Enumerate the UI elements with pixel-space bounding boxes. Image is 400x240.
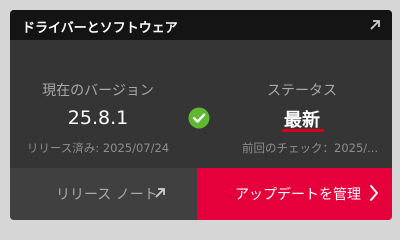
drivers-software-card: ドライバーとソフトウェア 現在のバージョン 25.8.1 リリース済み: 202… (10, 10, 392, 220)
checkmark-circle-icon (188, 107, 210, 129)
current-version-value: 25.8.1 (67, 107, 129, 129)
last-check: 前回のチェック：2025/... (242, 141, 379, 155)
arrow-up-right-icon (155, 188, 165, 198)
status-underline (282, 129, 324, 132)
card-header: ドライバーとソフトウェア (10, 10, 392, 40)
release-notes-button[interactable]: リリース ノート (10, 168, 197, 220)
current-version-section: 現在のバージョン 25.8.1 リリース済み: 2025/07/24 (10, 40, 186, 178)
status-section: ステータス 最新 前回のチェック：2025/... (212, 40, 392, 178)
current-version-label: 現在のバージョン (42, 83, 154, 99)
manage-updates-label: アップデートを管理 (235, 187, 361, 203)
release-notes-label: リリース ノート (56, 187, 158, 203)
card-title: ドライバーとソフトウェア (22, 21, 178, 36)
chevron-right-icon (370, 185, 378, 201)
status-label: ステータス (267, 83, 337, 99)
manage-updates-button[interactable]: アップデートを管理 (197, 168, 392, 220)
release-date: リリース済み: 2025/07/24 (26, 141, 170, 155)
arrow-up-right-icon[interactable] (368, 18, 382, 32)
status-indicator (186, 40, 212, 178)
